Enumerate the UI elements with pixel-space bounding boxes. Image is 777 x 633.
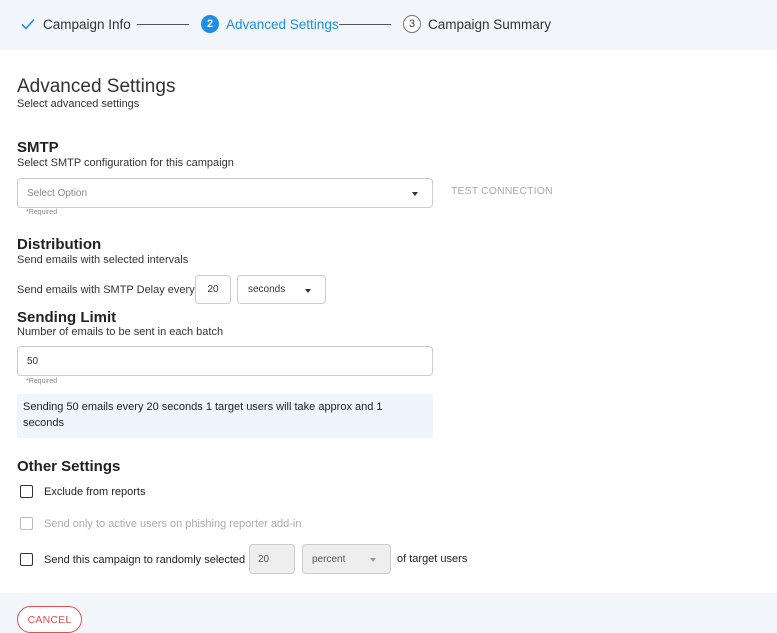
batch-size-input[interactable]: 50 bbox=[17, 346, 433, 376]
delay-input[interactable]: 20 bbox=[195, 275, 231, 304]
random-selection-option[interactable]: Send this campaign to randomly selected bbox=[20, 553, 245, 566]
checkmark-icon bbox=[21, 18, 35, 30]
random-unit-value: percent bbox=[312, 553, 346, 565]
distribution-title: Distribution bbox=[17, 236, 102, 253]
delay-label: Send emails with SMTP Delay every bbox=[17, 284, 195, 296]
caret-down-icon bbox=[412, 192, 418, 196]
footer-bar bbox=[0, 593, 777, 633]
step-campaign-summary[interactable]: 3 Campaign Summary bbox=[403, 14, 551, 34]
delay-unit-value: seconds bbox=[248, 284, 286, 295]
random-suffix-label: of target users bbox=[397, 553, 468, 565]
step-advanced-settings[interactable]: 2 Advanced Settings bbox=[201, 14, 339, 34]
step-connector bbox=[339, 24, 391, 25]
info-line-1: Sending 50 emails every 20 seconds 1 tar… bbox=[23, 401, 383, 413]
other-settings-title: Other Settings bbox=[17, 458, 121, 475]
active-users-checkbox bbox=[20, 517, 33, 530]
sending-limit-subtitle: Number of emails to be sent in each batc… bbox=[17, 326, 224, 338]
exclude-reports-checkbox[interactable] bbox=[20, 485, 33, 498]
smtp-select-placeholder: Select Option bbox=[27, 187, 88, 199]
step-connector bbox=[137, 24, 189, 25]
info-line-2: seconds bbox=[23, 416, 64, 429]
cancel-button[interactable]: CANCEL bbox=[17, 606, 82, 633]
step-number: 2 bbox=[201, 15, 219, 33]
test-connection-button[interactable]: TEST CONNECTION bbox=[451, 185, 553, 197]
stepper: Campaign Info 2 Advanced Settings 3 Camp… bbox=[0, 0, 777, 50]
smtp-subtitle: Select SMTP configuration for this campa… bbox=[17, 157, 234, 169]
step-label: Campaign Summary bbox=[428, 16, 552, 32]
page-subtitle: Select advanced settings bbox=[17, 98, 140, 110]
smtp-required-hint: *Required bbox=[26, 209, 58, 216]
random-selection-label: Send this campaign to randomly selected bbox=[44, 553, 246, 566]
caret-down-icon bbox=[370, 558, 376, 562]
step-number: 3 bbox=[403, 15, 421, 33]
step-campaign-info[interactable]: Campaign Info bbox=[20, 14, 131, 34]
random-selection-checkbox[interactable] bbox=[20, 553, 33, 566]
caret-down-icon bbox=[305, 289, 311, 293]
step-label: Campaign Info bbox=[43, 16, 131, 32]
smtp-title: SMTP bbox=[17, 139, 59, 156]
exclude-reports-option[interactable]: Exclude from reports bbox=[20, 485, 145, 498]
active-users-option: Send only to active users on phishing re… bbox=[20, 517, 301, 530]
sending-estimate-info: Sending 50 emails every 20 seconds 1 tar… bbox=[17, 394, 433, 438]
page-title: Advanced Settings bbox=[17, 76, 176, 97]
sending-limit-title: Sending Limit bbox=[17, 309, 117, 326]
random-unit-select[interactable]: percent bbox=[302, 544, 391, 574]
random-amount-input[interactable]: 20 bbox=[249, 544, 295, 574]
distribution-subtitle: Send emails with selected intervals bbox=[17, 254, 189, 266]
smtp-select[interactable]: Select Option bbox=[17, 178, 433, 208]
exclude-reports-label: Exclude from reports bbox=[44, 485, 146, 498]
step-label: Advanced Settings bbox=[226, 16, 339, 32]
batch-required-hint: *Required bbox=[26, 378, 58, 385]
active-users-label: Send only to active users on phishing re… bbox=[44, 517, 302, 530]
delay-unit-select[interactable]: seconds bbox=[237, 275, 326, 304]
